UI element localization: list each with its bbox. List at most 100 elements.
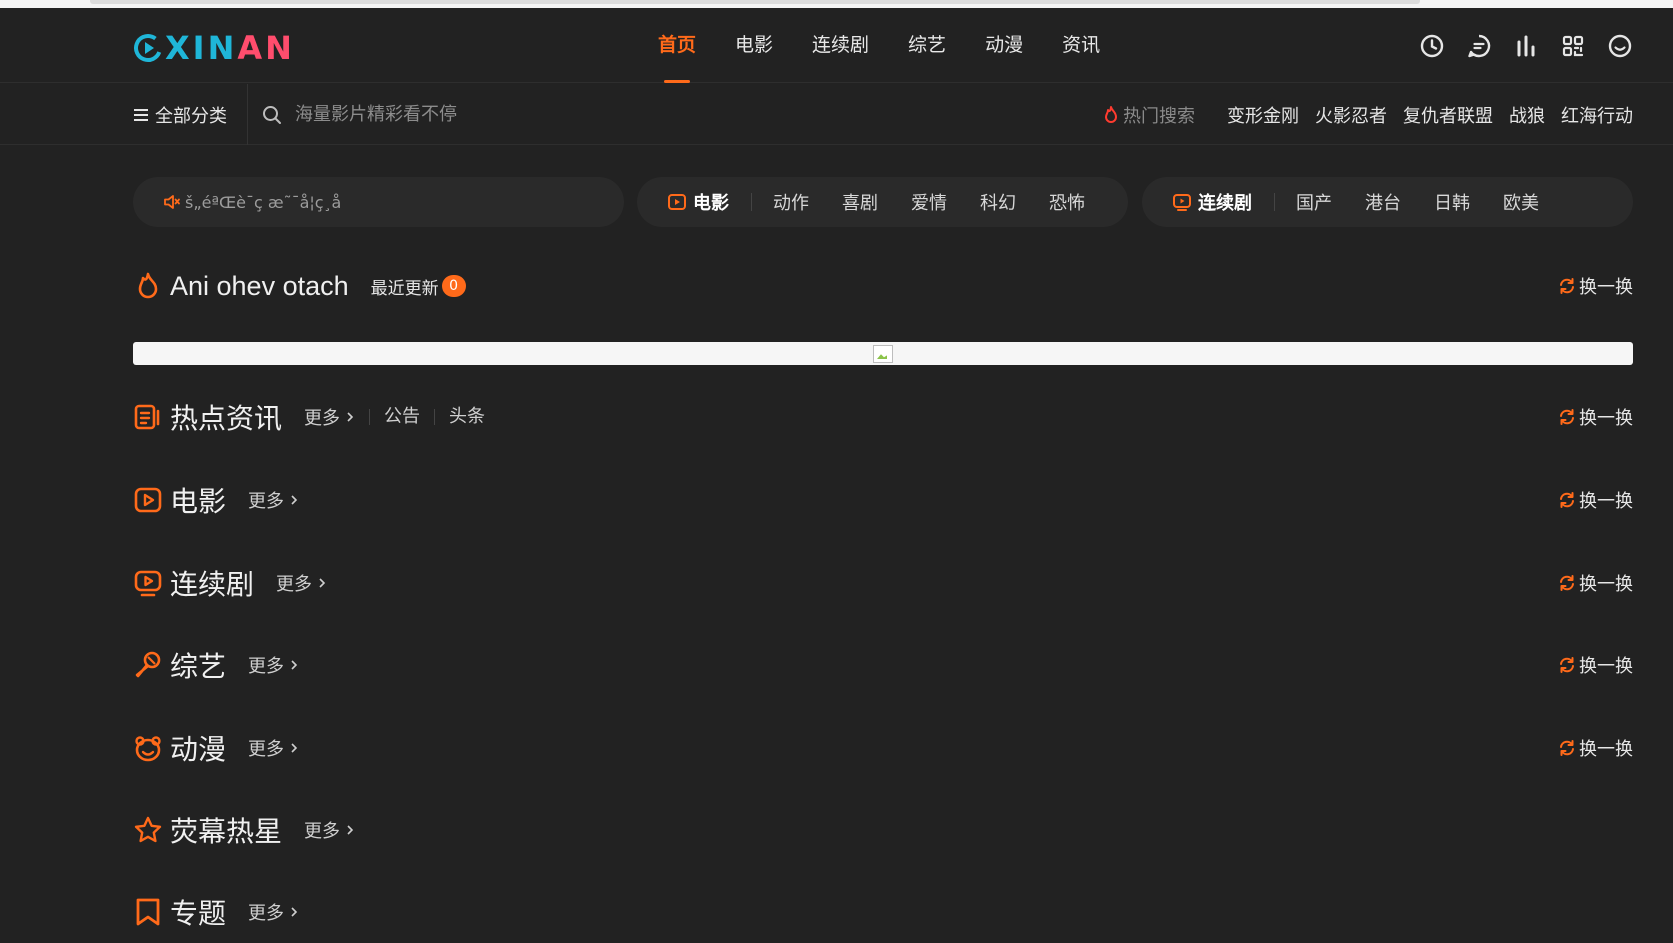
more-label: 更多 bbox=[248, 491, 285, 512]
tv-region-link[interactable]: 欧美 bbox=[1503, 189, 1539, 215]
swap-button[interactable]: 换一换 bbox=[1558, 643, 1633, 687]
notice-bar[interactable]: š„éªŒè¯ç æ˜¯å¦ç¸å bbox=[133, 177, 624, 227]
movie-quick-title-text: 电影 bbox=[693, 193, 729, 214]
section-hot-title: Ani ohev otach bbox=[170, 270, 349, 301]
section-tv-title: 连续剧 bbox=[170, 568, 255, 601]
chevron-right-icon bbox=[291, 495, 298, 505]
bookmark-icon bbox=[136, 898, 160, 926]
movie-genre-link[interactable]: 恐怖 bbox=[1049, 189, 1085, 215]
hot-search-text: 热门搜索 bbox=[1123, 105, 1195, 127]
section-movie-title: 电影 bbox=[170, 485, 227, 518]
nav-home[interactable]: 首页 bbox=[658, 8, 696, 83]
more-link[interactable]: 更多 bbox=[248, 735, 299, 761]
tv-quick-title[interactable]: 连续剧 bbox=[1172, 193, 1275, 214]
movie-genre-link[interactable]: 科幻 bbox=[980, 189, 1016, 215]
movie-play-icon bbox=[134, 487, 162, 513]
section-news: 热点资讯 更多 公告 头条 换一换 bbox=[133, 395, 1633, 439]
refresh-icon bbox=[1560, 409, 1574, 425]
nav-variety[interactable]: 综艺 bbox=[908, 8, 946, 83]
nav-news[interactable]: 资讯 bbox=[1062, 8, 1100, 83]
more-label: 更多 bbox=[276, 574, 313, 595]
bear-face-icon bbox=[135, 736, 161, 762]
movie-genre-link[interactable]: 喜剧 bbox=[842, 189, 878, 215]
tv-region-link[interactable]: 国产 bbox=[1296, 189, 1332, 215]
hot-search-item[interactable]: 变形金刚 bbox=[1227, 102, 1299, 128]
tv-quick-links: 连续剧 国产 港台 日韩 欧美 bbox=[1142, 177, 1633, 227]
all-categories-button[interactable]: 全部分类 bbox=[133, 84, 248, 145]
swap-button[interactable]: 换一换 bbox=[1558, 395, 1633, 439]
search-icon[interactable] bbox=[262, 105, 282, 125]
movie-quick-title[interactable]: 电影 bbox=[667, 193, 752, 214]
broken-image-icon bbox=[873, 345, 893, 363]
nav-movie[interactable]: 电影 bbox=[735, 8, 773, 83]
user-face-icon[interactable] bbox=[1607, 33, 1633, 59]
nav-tv[interactable]: 连续剧 bbox=[812, 8, 869, 83]
menu-icon bbox=[134, 108, 148, 121]
swap-button[interactable]: 换一换 bbox=[1558, 478, 1633, 522]
site-logo[interactable]: XIN AN bbox=[133, 28, 295, 68]
refresh-icon bbox=[1560, 657, 1574, 673]
tv-region-link[interactable]: 港台 bbox=[1365, 189, 1401, 215]
flame-icon bbox=[1105, 105, 1117, 123]
hot-search-item[interactable]: 战狼 bbox=[1509, 102, 1545, 128]
more-label: 更多 bbox=[248, 656, 285, 677]
tv-play-icon bbox=[134, 570, 162, 597]
section-stars-title: 荧幕热星 bbox=[170, 815, 283, 848]
section-anime-title: 动漫 bbox=[170, 733, 227, 766]
refresh-icon bbox=[1560, 575, 1574, 591]
site-header: XIN AN 首页 电影 连续剧 综艺 动漫 资讯 bbox=[0, 8, 1673, 83]
swap-label: 换一换 bbox=[1579, 739, 1633, 760]
refresh-icon bbox=[1560, 278, 1574, 294]
nav-anime[interactable]: 动漫 bbox=[985, 8, 1023, 83]
section-anime: 动漫 更多 换一换 bbox=[133, 726, 1633, 770]
news-sub-link[interactable]: 公告 bbox=[369, 408, 434, 426]
swap-button[interactable]: 换一换 bbox=[1558, 264, 1633, 308]
header-tools bbox=[1398, 8, 1633, 83]
search-box bbox=[262, 84, 595, 145]
swap-button[interactable]: 换一换 bbox=[1558, 726, 1633, 770]
swap-label: 换一换 bbox=[1579, 277, 1633, 298]
more-link[interactable]: 更多 bbox=[248, 899, 299, 925]
swap-label: 换一换 bbox=[1579, 574, 1633, 595]
app-grid-icon[interactable] bbox=[1560, 33, 1586, 59]
more-label: 更多 bbox=[248, 739, 285, 760]
more-link[interactable]: 更多 bbox=[304, 817, 355, 843]
tv-region-link[interactable]: 日韩 bbox=[1434, 189, 1470, 215]
recent-updates-badge: 0 bbox=[441, 275, 466, 297]
search-input[interactable] bbox=[295, 104, 595, 125]
section-variety-title: 综艺 bbox=[170, 650, 227, 683]
swap-button[interactable]: 换一换 bbox=[1558, 561, 1633, 605]
hot-search-item[interactable]: 火影忍者 bbox=[1315, 102, 1387, 128]
message-chat-icon[interactable] bbox=[1466, 33, 1492, 59]
chevron-right-icon bbox=[291, 660, 298, 670]
section-hot: Ani ohev otach 最近更新 0 换一换 bbox=[133, 264, 1633, 308]
news-icon bbox=[134, 404, 160, 430]
more-link[interactable]: 更多 bbox=[304, 404, 355, 430]
hot-search-item[interactable]: 复仇者联盟 bbox=[1403, 102, 1493, 128]
refresh-icon bbox=[1560, 492, 1574, 508]
more-label: 更多 bbox=[304, 821, 341, 842]
ranking-chart-icon[interactable] bbox=[1513, 33, 1539, 59]
browser-top-strip bbox=[0, 0, 1673, 8]
logo-play-icon bbox=[134, 34, 162, 62]
banner-placeholder[interactable] bbox=[133, 342, 1633, 365]
recent-updates-label: 最近更新 bbox=[370, 278, 439, 299]
tv-play-icon bbox=[1173, 194, 1191, 211]
movie-genre-link[interactable]: 爱情 bbox=[911, 189, 947, 215]
star-icon bbox=[134, 816, 162, 843]
section-topics-title: 专题 bbox=[170, 897, 227, 930]
news-sub-link[interactable]: 头条 bbox=[434, 408, 499, 426]
history-clock-icon[interactable] bbox=[1419, 33, 1445, 59]
logo-text-part1: XIN bbox=[165, 29, 238, 67]
chevron-right-icon bbox=[347, 825, 354, 835]
movie-play-icon bbox=[668, 194, 686, 210]
more-link[interactable]: 更多 bbox=[276, 570, 327, 596]
swap-label: 换一换 bbox=[1579, 408, 1633, 429]
hot-search-item[interactable]: 红海行动 bbox=[1561, 102, 1633, 128]
more-label: 更多 bbox=[248, 903, 285, 924]
more-link[interactable]: 更多 bbox=[248, 487, 299, 513]
movie-genre-link[interactable]: 动作 bbox=[773, 189, 809, 215]
more-link[interactable]: 更多 bbox=[248, 652, 299, 678]
recent-updates[interactable]: 最近更新 0 bbox=[371, 274, 466, 299]
swap-label: 换一换 bbox=[1579, 656, 1633, 677]
